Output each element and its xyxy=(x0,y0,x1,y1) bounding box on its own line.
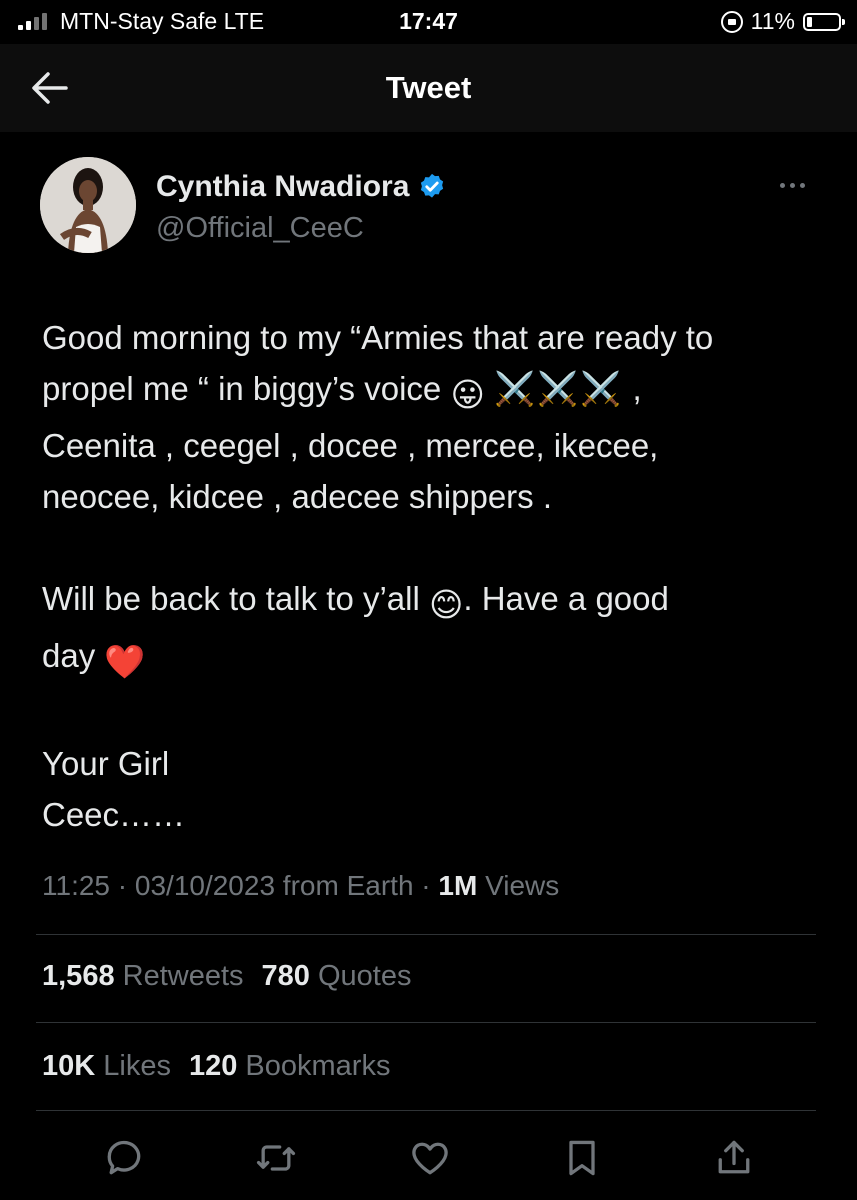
battery-icon xyxy=(803,12,845,31)
tweet-source: from Earth xyxy=(275,870,414,901)
crossed-swords-icon: ⚔️⚔️⚔️ xyxy=(494,370,624,407)
avatar[interactable] xyxy=(40,157,136,253)
battery-percent: 11% xyxy=(750,8,795,34)
tweet-line: propel me “ in biggy’s voice 😛 ⚔️⚔️⚔️ , xyxy=(42,363,822,420)
verified-badge-icon xyxy=(421,173,444,198)
tweet-line: Your Girl xyxy=(42,745,170,782)
smile-emoji-icon: 😊 xyxy=(428,586,464,623)
tongue-emoji-icon: 😛 xyxy=(450,376,485,413)
tweet-line: Ceenita , ceegel , docee , mercee, ikece… xyxy=(42,427,659,464)
retweet-icon[interactable] xyxy=(254,1136,298,1180)
author-handle[interactable]: @Official_CeeC xyxy=(156,212,364,245)
reply-icon[interactable] xyxy=(102,1136,146,1180)
views-count: 1M xyxy=(438,870,478,901)
status-right: 11% xyxy=(720,8,845,35)
quotes-stat[interactable]: 780 Quotes xyxy=(262,960,412,993)
likes-stat[interactable]: 10K Likes xyxy=(42,1050,171,1083)
retweets-stat[interactable]: 1,568 Retweets xyxy=(42,960,244,993)
tweet-line: Ceec…… xyxy=(42,796,186,833)
bookmarks-stat[interactable]: 120 Bookmarks xyxy=(189,1050,391,1083)
orientation-lock-icon xyxy=(720,10,743,33)
divider xyxy=(36,934,816,935)
action-bar xyxy=(0,1130,857,1186)
author-name-row: Cynthia Nwadiora xyxy=(156,170,447,204)
tweet-time: 11:25 xyxy=(42,870,110,901)
top-nav: Tweet xyxy=(0,44,857,132)
divider xyxy=(36,1022,816,1023)
bookmark-icon[interactable] xyxy=(560,1136,604,1180)
tweet-date: 03/10/2023 xyxy=(134,870,276,901)
tweet-meta: 11:25 · 03/10/2023 from Earth · 1M Views xyxy=(42,870,560,901)
heart-emoji-icon: ❤️ xyxy=(104,643,146,680)
share-icon[interactable] xyxy=(712,1136,756,1180)
status-bar: MTN-Stay Safe LTE 17:47 11% xyxy=(0,0,857,44)
tweet-line: neocee, kidcee , adecee shippers . xyxy=(42,478,553,515)
page-title: Tweet xyxy=(385,70,472,105)
more-options-icon[interactable] xyxy=(780,176,814,194)
stats-row-2: 10K Likes 120 Bookmarks xyxy=(42,1050,390,1083)
author-name[interactable]: Cynthia Nwadiora xyxy=(156,170,409,204)
divider xyxy=(36,1110,816,1111)
tweet-line: Will be back to talk to y’all 😊. Have a … xyxy=(42,573,822,630)
like-icon[interactable] xyxy=(408,1136,452,1180)
tweet-line: Good morning to my “Armies that are read… xyxy=(42,319,714,356)
tweet-text: Good morning to my “Armies that are read… xyxy=(42,312,822,840)
stats-row-1: 1,568 Retweets 780 Quotes xyxy=(42,960,411,993)
views-label: Views xyxy=(477,870,560,901)
tweet-line: day ❤️ xyxy=(42,630,822,687)
